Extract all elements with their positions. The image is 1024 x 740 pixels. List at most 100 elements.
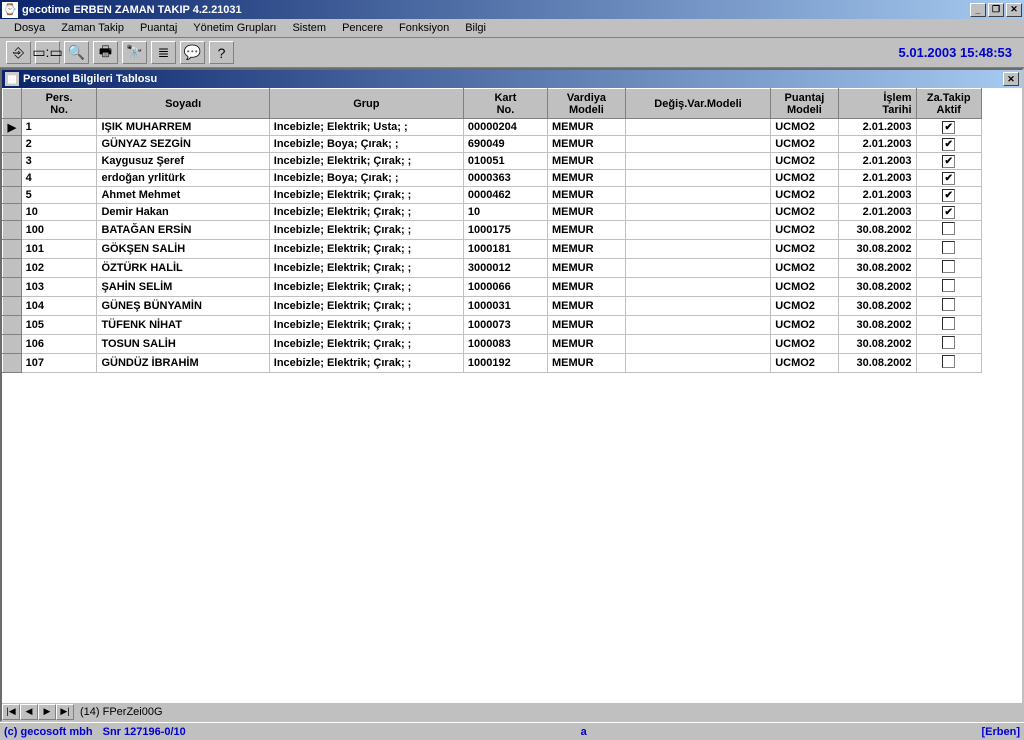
cell[interactable]: 30.08.2002 [838, 278, 916, 297]
cell[interactable]: 1000066 [463, 278, 547, 297]
cell[interactable]: ÖZTÜRK HALİL [97, 259, 269, 278]
cell[interactable]: 010051 [463, 153, 547, 170]
cell[interactable]: UCMO2 [771, 187, 838, 204]
cell-aktif[interactable]: ✔ [916, 204, 981, 221]
toolbar-btn-6[interactable]: 💬 [180, 41, 205, 64]
cell[interactable]: 2.01.2003 [838, 170, 916, 187]
cell[interactable]: UCMO2 [771, 204, 838, 221]
row-selector[interactable] [3, 240, 22, 259]
cell[interactable]: 5 [21, 187, 97, 204]
aktif-checkbox[interactable] [942, 317, 955, 330]
toolbar-btn-4[interactable]: 🔭 [122, 41, 147, 64]
table-row[interactable]: 10 Demir HakanIncebizle; Elektrik; Çırak;… [3, 204, 982, 221]
nav-next-button[interactable]: ▶ [38, 704, 56, 720]
cell[interactable]: UCMO2 [771, 240, 838, 259]
cell[interactable]: Incebizle; Elektrik; Çırak; ; [269, 204, 463, 221]
cell[interactable]: erdoğan yrlitürk [97, 170, 269, 187]
aktif-checkbox[interactable] [942, 222, 955, 235]
cell[interactable]: MEMUR [547, 187, 625, 204]
cell[interactable]: 30.08.2002 [838, 354, 916, 373]
table-row[interactable]: 105TÜFENK NİHATIncebizle; Elektrik; Çıra… [3, 316, 982, 335]
cell[interactable]: ŞAHİN SELİM [97, 278, 269, 297]
menu-dosya[interactable]: Dosya [6, 20, 53, 36]
cell-aktif[interactable] [916, 335, 981, 354]
col-header-6[interactable]: PuantajModeli [771, 89, 838, 119]
cell[interactable]: 10 [463, 204, 547, 221]
cell[interactable]: Incebizle; Elektrik; Çırak; ; [269, 153, 463, 170]
cell[interactable]: UCMO2 [771, 354, 838, 373]
nav-prev-button[interactable]: ◀ [20, 704, 38, 720]
aktif-checkbox[interactable] [942, 355, 955, 368]
cell[interactable]: Incebizle; Elektrik; Çırak; ; [269, 240, 463, 259]
cell[interactable]: UCMO2 [771, 119, 838, 136]
restore-button[interactable]: ❐ [988, 3, 1004, 17]
cell-aktif[interactable] [916, 259, 981, 278]
row-selector[interactable] [3, 153, 22, 170]
aktif-checkbox[interactable] [942, 260, 955, 273]
cell[interactable]: MEMUR [547, 240, 625, 259]
col-header-3[interactable]: KartNo. [463, 89, 547, 119]
cell[interactable]: 30.08.2002 [838, 221, 916, 240]
cell[interactable]: Kaygusuz Şeref [97, 153, 269, 170]
row-selector[interactable] [3, 297, 22, 316]
col-header-8[interactable]: Za.TakipAktif [916, 89, 981, 119]
aktif-checkbox[interactable] [942, 241, 955, 254]
cell[interactable] [625, 354, 770, 373]
table-row[interactable]: 5Ahmet MehmetIncebizle; Elektrik; Çırak;… [3, 187, 982, 204]
cell[interactable]: 101 [21, 240, 97, 259]
cell[interactable]: 1000031 [463, 297, 547, 316]
cell[interactable]: 0000363 [463, 170, 547, 187]
table-row[interactable]: 107GÜNDÜZ İBRAHİMIncebizle; Elektrik; Çı… [3, 354, 982, 373]
cell[interactable] [625, 187, 770, 204]
cell[interactable]: 104 [21, 297, 97, 316]
cell[interactable]: Incebizle; Boya; Çırak; ; [269, 136, 463, 153]
cell[interactable]: 100 [21, 221, 97, 240]
col-header-2[interactable]: Grup [269, 89, 463, 119]
row-selector[interactable] [3, 221, 22, 240]
cell[interactable]: Incebizle; Elektrik; Çırak; ; [269, 187, 463, 204]
aktif-checkbox[interactable]: ✔ [942, 121, 955, 134]
aktif-checkbox[interactable] [942, 336, 955, 349]
cell[interactable]: 106 [21, 335, 97, 354]
cell[interactable]: 2.01.2003 [838, 153, 916, 170]
menu-zaman-takip[interactable]: Zaman Takip [53, 20, 132, 36]
cell[interactable]: UCMO2 [771, 335, 838, 354]
table-row[interactable]: 103ŞAHİN SELİMIncebizle; Elektrik; Çırak… [3, 278, 982, 297]
cell[interactable]: Incebizle; Elektrik; Usta; ; [269, 119, 463, 136]
cell[interactable]: IŞIK MUHARREM [97, 119, 269, 136]
menu-puantaj[interactable]: Puantaj [132, 20, 185, 36]
row-selector[interactable] [3, 187, 22, 204]
personnel-table[interactable]: Pers.No.SoyadıGrupKartNo.VardiyaModeliDe… [2, 88, 982, 373]
cell[interactable]: BATAĞAN ERSİN [97, 221, 269, 240]
cell[interactable]: 2 [21, 136, 97, 153]
cell[interactable]: UCMO2 [771, 278, 838, 297]
cell-aktif[interactable] [916, 316, 981, 335]
aktif-checkbox[interactable]: ✔ [942, 206, 955, 219]
cell[interactable]: TÜFENK NİHAT [97, 316, 269, 335]
cell[interactable]: UCMO2 [771, 297, 838, 316]
table-row[interactable]: 100BATAĞAN ERSİNIncebizle; Elektrik; Çır… [3, 221, 982, 240]
cell[interactable] [625, 335, 770, 354]
cell[interactable]: 103 [21, 278, 97, 297]
cell[interactable]: UCMO2 [771, 170, 838, 187]
cell[interactable]: MEMUR [547, 170, 625, 187]
toolbar-btn-0[interactable]: ⎆ [6, 41, 31, 64]
cell[interactable]: 3 [21, 153, 97, 170]
cell[interactable]: TOSUN SALİH [97, 335, 269, 354]
cell[interactable]: 102 [21, 259, 97, 278]
toolbar-btn-3[interactable]: 🖶 [93, 41, 118, 64]
cell[interactable]: Demir Hakan [97, 204, 269, 221]
cell[interactable]: 1000181 [463, 240, 547, 259]
aktif-checkbox[interactable]: ✔ [942, 155, 955, 168]
cell[interactable]: 690049 [463, 136, 547, 153]
cell[interactable]: 30.08.2002 [838, 240, 916, 259]
cell[interactable]: 30.08.2002 [838, 259, 916, 278]
cell[interactable]: MEMUR [547, 204, 625, 221]
cell[interactable]: Incebizle; Elektrik; Çırak; ; [269, 335, 463, 354]
cell[interactable]: 3000012 [463, 259, 547, 278]
cell[interactable]: UCMO2 [771, 153, 838, 170]
cell[interactable] [625, 119, 770, 136]
aktif-checkbox[interactable]: ✔ [942, 172, 955, 185]
toolbar-btn-7[interactable]: ? [209, 41, 234, 64]
col-header-5[interactable]: Değiş.Var.Modeli [625, 89, 770, 119]
